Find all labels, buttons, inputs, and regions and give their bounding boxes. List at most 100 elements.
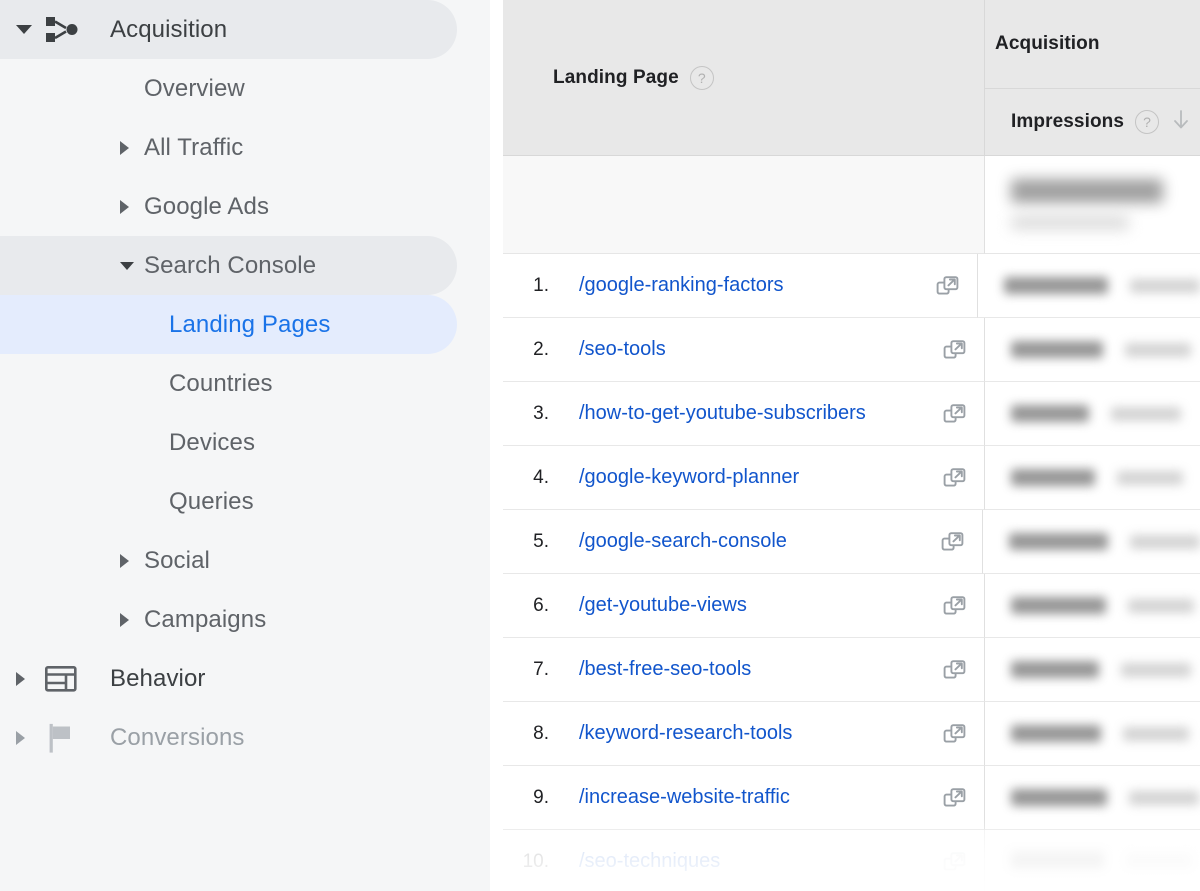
summary-percent-value-redacted [1011, 215, 1129, 230]
sort-descending-arrow-icon[interactable] [1171, 108, 1191, 137]
landing-page-link[interactable]: /get-youtube-views [579, 594, 937, 617]
sidebar-item-label: Countries [169, 370, 273, 398]
sidebar-item-content: Countries [0, 354, 490, 413]
open-in-new-icon[interactable] [943, 466, 967, 490]
row-landing-page-cell: 8. /keyword-research-tools [503, 702, 984, 766]
row-landing-page-cell: 1. /google-ranking-factors [503, 254, 977, 318]
row-impressions-cell [984, 574, 1200, 638]
open-in-new-icon[interactable] [936, 274, 960, 298]
row-impressions-cell [984, 702, 1200, 766]
chevron-right-icon[interactable] [120, 141, 129, 155]
landing-page-link[interactable]: /google-ranking-factors [579, 274, 930, 297]
sidebar-item-all-traffic[interactable]: All Traffic [0, 118, 490, 177]
table-row[interactable]: 7. /best-free-seo-tools [503, 638, 1200, 702]
sidebar-item-label: Queries [169, 488, 254, 516]
impressions-value-redacted [1009, 533, 1108, 550]
sidebar-item-content: Search Console [0, 236, 490, 295]
sidebar-item-label: All Traffic [144, 134, 243, 162]
column-header-impressions[interactable]: Impressions ? [984, 88, 1200, 156]
row-impressions-cell [984, 318, 1200, 382]
impressions-value-redacted [1011, 853, 1104, 870]
open-in-new-icon[interactable] [943, 786, 967, 810]
impressions-percent-redacted [1121, 663, 1191, 677]
landing-page-link[interactable]: /seo-techniques [579, 850, 937, 873]
sidebar-item-search-console[interactable]: Search Console [0, 236, 490, 295]
row-landing-page-cell: 2. /seo-tools [503, 318, 984, 382]
row-rank-number: 5. [503, 531, 549, 553]
chevron-right-icon[interactable] [16, 731, 25, 745]
landing-page-link[interactable]: /increase-website-traffic [579, 786, 937, 809]
sidebar-item-devices[interactable]: Devices [0, 413, 490, 472]
sidebar-item-conversions[interactable]: Conversions [0, 708, 490, 767]
row-rank-number: 2. [503, 339, 549, 361]
table-summary-row [503, 156, 1200, 254]
table-row[interactable]: 4. /google-keyword-planner [503, 446, 1200, 510]
chevron-down-icon[interactable] [16, 25, 32, 34]
impressions-percent-redacted [1111, 407, 1181, 421]
column-header-landing-page[interactable]: Landing Page ? [503, 0, 984, 156]
impressions-percent-redacted [1130, 279, 1200, 293]
row-landing-page-cell: 10. /seo-techniques [503, 830, 984, 891]
impressions-value-redacted [1011, 469, 1095, 486]
row-rank-number: 1. [503, 275, 549, 297]
sidebar-item-countries[interactable]: Countries [0, 354, 490, 413]
impressions-percent-redacted [1126, 855, 1192, 869]
landing-page-link[interactable]: /best-free-seo-tools [579, 658, 937, 681]
sidebar-item-social[interactable]: Social [0, 531, 490, 590]
sidebar-item-label: Landing Pages [169, 311, 330, 339]
row-rank-number: 8. [503, 723, 549, 745]
sidebar-item-acquisition[interactable]: Acquisition [0, 0, 490, 59]
open-in-new-icon[interactable] [943, 402, 967, 426]
impressions-percent-redacted [1128, 599, 1194, 613]
open-in-new-icon[interactable] [941, 530, 965, 554]
help-circle-icon[interactable]: ? [1135, 110, 1159, 134]
sidebar-item-overview[interactable]: Overview [0, 59, 490, 118]
sidebar-item-campaigns[interactable]: Campaigns [0, 590, 490, 649]
table-row[interactable]: 8. /keyword-research-tools [503, 702, 1200, 766]
landing-page-link[interactable]: /google-search-console [579, 530, 935, 553]
table-row[interactable]: 6. /get-youtube-views [503, 574, 1200, 638]
table-row[interactable]: 2. /seo-tools [503, 318, 1200, 382]
sidebar-item-queries[interactable]: Queries [0, 472, 490, 531]
row-landing-page-cell: 9. /increase-website-traffic [503, 766, 984, 830]
help-circle-icon[interactable]: ? [690, 66, 714, 90]
landing-page-link[interactable]: /how-to-get-youtube-subscribers [579, 402, 937, 425]
sidebar-item-content: Conversions [0, 708, 490, 767]
row-rank-number: 7. [503, 659, 549, 681]
table-row[interactable]: 10. /seo-techniques [503, 830, 1200, 891]
sidebar-item-google-ads[interactable]: Google Ads [0, 177, 490, 236]
open-in-new-icon[interactable] [943, 722, 967, 746]
sidebar-item-content: Queries [0, 472, 490, 531]
row-impressions-cell [977, 254, 1200, 318]
row-impressions-cell [984, 446, 1200, 510]
sidebar-item-label: Behavior [110, 665, 206, 693]
impressions-value-redacted [1011, 789, 1107, 806]
open-in-new-icon[interactable] [943, 658, 967, 682]
sidebar-item-landing-pages[interactable]: Landing Pages [0, 295, 490, 354]
landing-page-link[interactable]: /google-keyword-planner [579, 466, 937, 489]
table-row[interactable]: 9. /increase-website-traffic [503, 766, 1200, 830]
open-in-new-icon[interactable] [943, 850, 967, 874]
open-in-new-icon[interactable] [943, 594, 967, 618]
row-landing-page-cell: 5. /google-search-console [503, 510, 982, 574]
chevron-right-icon[interactable] [120, 613, 129, 627]
chevron-right-icon[interactable] [120, 200, 129, 214]
table-row[interactable]: 5. /google-search-console [503, 510, 1200, 574]
pages-layout-icon [45, 665, 77, 693]
landing-page-link[interactable]: /seo-tools [579, 338, 937, 361]
table-row[interactable]: 3./how-to-get-youtube-subscribers [503, 382, 1200, 446]
chevron-down-icon[interactable] [120, 262, 134, 270]
column-header-impressions-label: Impressions [1011, 111, 1124, 133]
sidebar-item-behavior[interactable]: Behavior [0, 649, 490, 708]
sidebar-item-label: Social [144, 547, 210, 575]
row-rank-number: 4. [503, 467, 549, 489]
row-rank-number: 9. [503, 787, 549, 809]
table-row[interactable]: 1. /google-ranking-factors [503, 254, 1200, 318]
impressions-percent-redacted [1129, 791, 1199, 805]
landing-page-link[interactable]: /keyword-research-tools [579, 722, 937, 745]
chevron-right-icon[interactable] [120, 554, 129, 568]
row-rank-number: 10. [503, 851, 549, 873]
open-in-new-icon[interactable] [943, 338, 967, 362]
row-rank-number: 6. [503, 595, 549, 617]
chevron-right-icon[interactable] [16, 672, 25, 686]
